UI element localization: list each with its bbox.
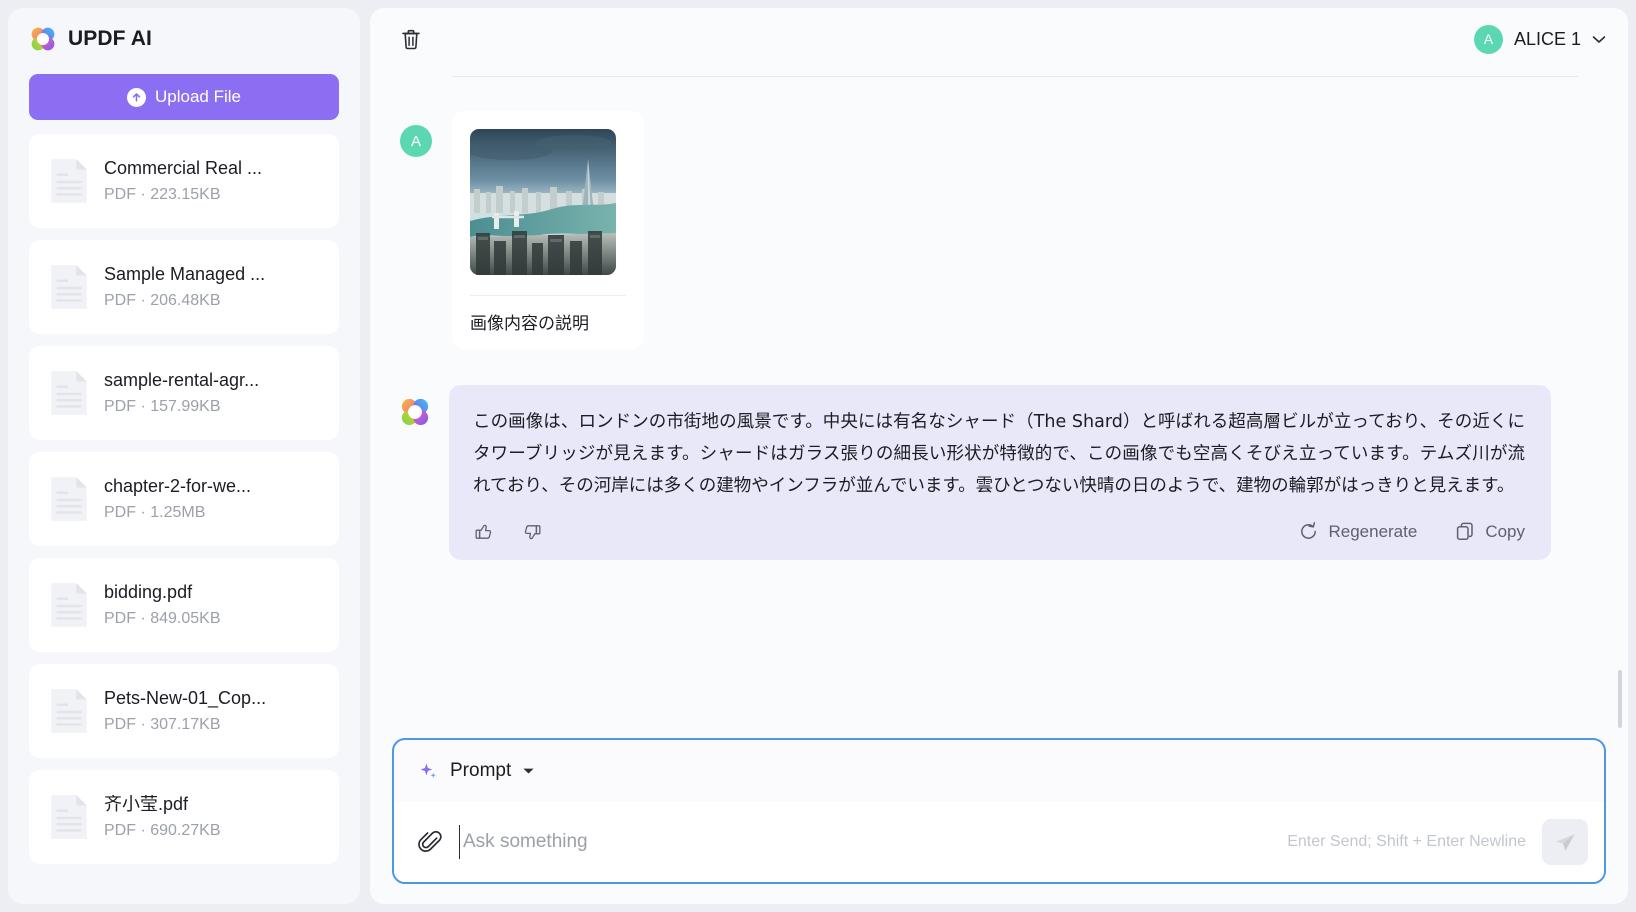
avatar: A (400, 125, 432, 157)
sparkle-icon (420, 763, 436, 778)
file-meta-text: PDF · 157.99KB (104, 397, 221, 415)
thumbs-up-icon (475, 524, 492, 539)
thumbs-down-icon (524, 524, 541, 539)
copy-label: Copy (1485, 521, 1525, 541)
pdf-file-icon (51, 159, 87, 203)
upload-section: Upload File (8, 70, 360, 134)
sidebar-header: UPDF AI (8, 8, 360, 70)
file-meta-text: PDF · 223.15KB (104, 185, 221, 203)
user-message: A 画像内容の説明 (392, 71, 1606, 350)
file-meta-text: PDF · 307.17KB (104, 715, 221, 733)
file-meta-text: PDF · 849.05KB (104, 609, 221, 627)
delete-conversation-button[interactable] (394, 22, 428, 56)
updf-flower-logo-icon (31, 27, 55, 51)
upload-arrow-icon (127, 87, 146, 107)
prompt-label: Prompt (450, 760, 512, 781)
file-meta: chapter-2-for-we... PDF · 1.25MB (104, 477, 251, 521)
attach-file-button[interactable] (418, 830, 443, 855)
composer-input-row: Enter Send; Shift + Enter Newline (394, 802, 1604, 882)
london-skyline-thumbnail-icon[interactable] (470, 129, 616, 275)
assistant-message-bubble: この画像は、ロンドンの市街地の風景です。中央には有名なシャード（The Shar… (449, 385, 1551, 560)
chat-scrollbar[interactable] (1618, 670, 1622, 728)
upload-file-label: Upload File (155, 87, 241, 106)
pdf-file-icon (51, 265, 87, 309)
trash-icon (402, 29, 420, 49)
list-item[interactable]: Commercial Real ... PDF · 223.15KB (29, 134, 339, 228)
prompt-dropdown-button[interactable]: Prompt (418, 760, 535, 782)
caret-down-icon (523, 768, 534, 774)
file-meta-text: PDF · 1.25MB (104, 503, 206, 521)
file-meta: Commercial Real ... PDF · 223.15KB (104, 159, 262, 203)
file-name: Sample Managed ... (104, 264, 266, 284)
list-item[interactable]: Sample Managed ... PDF · 206.48KB (29, 240, 339, 334)
user-message-caption: 画像内容の説明 (470, 314, 589, 333)
send-paper-plane-icon (1555, 833, 1574, 851)
file-name: Commercial Real ... (104, 158, 263, 178)
refresh-icon (1301, 522, 1317, 540)
file-meta: sample-rental-agr... PDF · 157.99KB (104, 371, 259, 415)
list-item[interactable]: sample-rental-agr... PDF · 157.99KB (29, 346, 339, 440)
main-panel: A ALICE 1 A 画像内容の説明 この画像は、ロンドンの市街地の風景です。… (370, 8, 1628, 904)
user-message-bubble: 画像内容の説明 (452, 111, 644, 350)
pdf-file-icon (51, 689, 87, 733)
response-actions: Regenerate Copy (1298, 521, 1525, 542)
chat-scroll-region[interactable]: A 画像内容の説明 この画像は、ロンドンの市街地の風景です。中央には有名なシャー… (370, 70, 1628, 730)
list-item[interactable]: bidding.pdf PDF · 849.05KB (29, 558, 339, 652)
brand-title: UPDF AI (68, 27, 152, 50)
pdf-file-icon (51, 477, 87, 521)
ask-input[interactable] (459, 825, 1272, 859)
regenerate-button[interactable]: Regenerate (1298, 521, 1417, 542)
file-name: Pets-New-01_Cop... (104, 688, 267, 708)
pdf-file-icon (51, 583, 87, 627)
thumbs-up-button[interactable] (473, 521, 495, 543)
file-name: sample-rental-agr... (104, 370, 260, 390)
app-root: UPDF AI Upload File Commercial Real ... … (0, 0, 1636, 912)
file-meta: bidding.pdf PDF · 849.05KB (104, 583, 221, 627)
upload-file-button[interactable]: Upload File (29, 74, 339, 120)
file-meta: 齐小莹.pdf PDF · 690.27KB (104, 795, 221, 839)
updf-flower-logo-icon (401, 398, 429, 426)
file-list: Commercial Real ... PDF · 223.15KB Sampl… (8, 134, 360, 904)
send-button[interactable] (1542, 819, 1588, 865)
thumbs-down-button[interactable] (521, 521, 543, 543)
pdf-file-icon (51, 371, 87, 415)
assistant-message: この画像は、ロンドンの市街地の風景です。中央には有名なシャード（The Shar… (392, 349, 1606, 560)
main-header: A ALICE 1 (370, 8, 1628, 70)
file-meta-text: PDF · 206.48KB (104, 291, 221, 309)
feedback-actions (473, 521, 543, 543)
user-name: ALICE 1 (1513, 28, 1581, 49)
composer-wrapper: Prompt Enter Send; Shift + Enter Newline (370, 730, 1628, 904)
chevron-down-icon (1592, 35, 1606, 43)
file-meta: Sample Managed ... PDF · 206.48KB (104, 265, 265, 309)
list-item[interactable]: chapter-2-for-we... PDF · 1.25MB (29, 452, 339, 546)
file-name: 齐小莹.pdf (104, 794, 189, 814)
composer: Prompt Enter Send; Shift + Enter Newline (392, 738, 1606, 884)
copy-icon (1457, 522, 1474, 541)
user-menu[interactable]: A ALICE 1 (1473, 24, 1606, 54)
copy-button[interactable]: Copy (1455, 521, 1525, 542)
paperclip-icon (418, 830, 442, 852)
sidebar: UPDF AI Upload File Commercial Real ... … (8, 8, 360, 904)
regenerate-label: Regenerate (1328, 521, 1418, 541)
list-item[interactable]: Pets-New-01_Cop... PDF · 307.17KB (29, 664, 339, 758)
composer-toolbar: Prompt (394, 740, 1604, 802)
file-name: chapter-2-for-we... (104, 476, 252, 496)
assistant-message-text: この画像は、ロンドンの市街地の風景です。中央には有名なシャード（The Shar… (473, 412, 1525, 496)
message-divider (452, 76, 1578, 77)
file-meta: Pets-New-01_Cop... PDF · 307.17KB (104, 689, 266, 733)
pdf-file-icon (51, 795, 87, 839)
assistant-message-actions: Regenerate Copy (473, 503, 1525, 543)
avatar: A (1473, 24, 1503, 54)
file-meta-text: PDF · 690.27KB (104, 821, 221, 839)
composer-hint: Enter Send; Shift + Enter Newline (1287, 833, 1526, 850)
list-item[interactable]: 齐小莹.pdf PDF · 690.27KB (29, 770, 339, 864)
file-name: bidding.pdf (104, 582, 193, 602)
